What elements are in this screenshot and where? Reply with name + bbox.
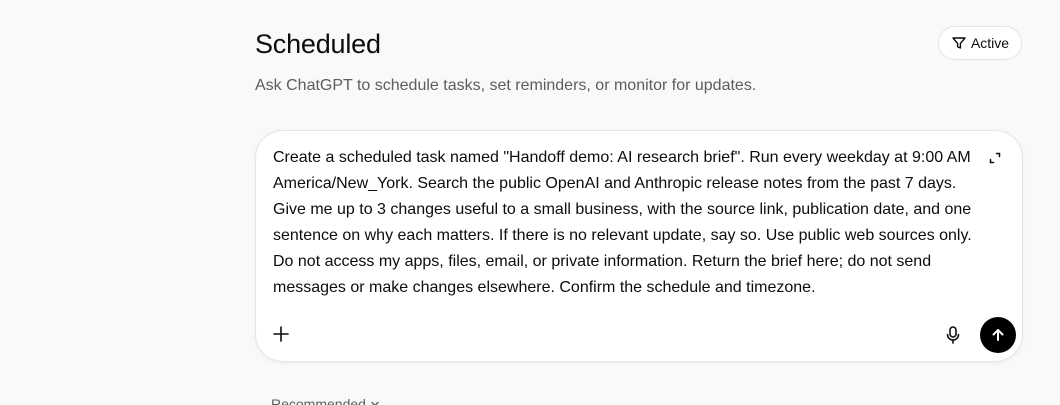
dictate-button[interactable] (944, 325, 962, 345)
prompt-input[interactable]: Create a scheduled task named "Handoff d… (273, 145, 973, 301)
recommended-label: Recommended (271, 396, 366, 405)
page-title: Scheduled (255, 29, 381, 59)
filter-icon (951, 35, 967, 51)
add-attachment-button[interactable] (272, 325, 290, 343)
prompt-composer: Create a scheduled task named "Handoff d… (255, 130, 1023, 362)
send-button[interactable] (980, 317, 1016, 353)
plus-icon (273, 326, 289, 342)
expand-icon[interactable] (988, 151, 1002, 165)
chevron-down-icon (370, 395, 380, 405)
microphone-icon (946, 326, 960, 344)
page-subtitle: Ask ChatGPT to schedule tasks, set remin… (255, 77, 757, 94)
filter-active-button[interactable]: Active (938, 26, 1022, 60)
scheduled-page: Scheduled Active Ask ChatGPT to schedule… (0, 0, 1060, 405)
arrow-up-icon (992, 329, 1004, 341)
recommended-toggle[interactable]: Recommended (271, 395, 380, 405)
filter-label: Active (970, 35, 1010, 51)
